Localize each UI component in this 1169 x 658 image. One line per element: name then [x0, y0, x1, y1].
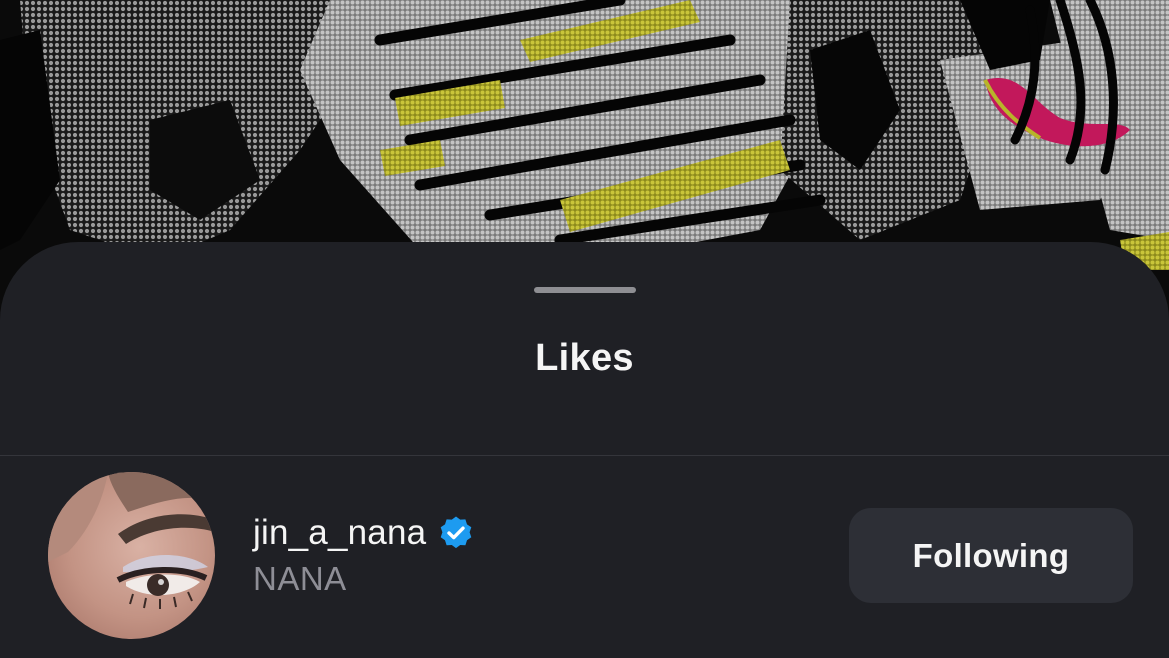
username-line: jin_a_nana — [253, 510, 474, 556]
username[interactable]: jin_a_nana — [253, 513, 426, 553]
verified-badge-icon — [438, 515, 474, 551]
list-item[interactable]: jin_a_nana NANA Following — [0, 470, 1169, 642]
display-name: NANA — [253, 560, 347, 597]
drag-handle[interactable] — [534, 287, 636, 293]
avatar[interactable] — [48, 472, 215, 639]
following-button[interactable]: Following — [849, 508, 1133, 603]
likes-sheet: Likes jin_a_nana NANA Following — [0, 242, 1169, 658]
divider — [0, 455, 1169, 456]
sheet-title: Likes — [535, 337, 634, 379]
